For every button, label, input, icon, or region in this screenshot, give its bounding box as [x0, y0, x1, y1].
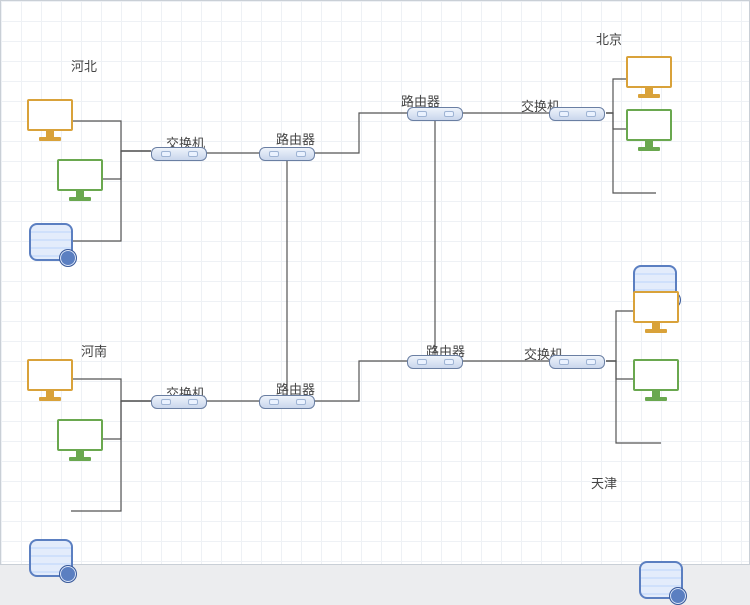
- label-router-ul: 路由器: [276, 129, 315, 148]
- diagram-canvas: 河北 河南 北京 天津 交换机 交换机 交换机 交换机 路由器 路由器 路由器 …: [0, 0, 750, 565]
- beijing-pc1[interactable]: [626, 56, 672, 98]
- edge: [315, 113, 407, 153]
- edge: [315, 361, 407, 401]
- edge: [606, 113, 626, 129]
- router-lr[interactable]: [407, 355, 463, 369]
- beijing-pc2[interactable]: [626, 109, 672, 151]
- site-label-hebei: 河北: [71, 56, 97, 75]
- switch-beijing[interactable]: [549, 107, 605, 121]
- edge: [606, 79, 626, 113]
- site-label-beijing: 北京: [596, 29, 622, 48]
- henan-pc1[interactable]: [27, 359, 73, 401]
- tianjin-pc1[interactable]: [633, 291, 679, 333]
- edge: [71, 121, 151, 151]
- site-label-tianjin: 天津: [591, 473, 617, 492]
- tianjin-server[interactable]: [639, 557, 683, 603]
- hebei-server[interactable]: [29, 219, 73, 265]
- henan-pc2[interactable]: [57, 419, 103, 461]
- hebei-pc2[interactable]: [57, 159, 103, 201]
- edge: [101, 401, 151, 439]
- hebei-pc1[interactable]: [27, 99, 73, 141]
- edge: [71, 379, 151, 401]
- router-ll[interactable]: [259, 395, 315, 409]
- henan-server[interactable]: [29, 535, 73, 581]
- tianjin-pc2[interactable]: [633, 359, 679, 401]
- switch-tianjin[interactable]: [549, 355, 605, 369]
- edge: [101, 151, 151, 179]
- site-label-henan: 河南: [81, 341, 107, 360]
- switch-hebei[interactable]: [151, 147, 207, 161]
- switch-henan[interactable]: [151, 395, 207, 409]
- router-ur[interactable]: [407, 107, 463, 121]
- router-ul[interactable]: [259, 147, 315, 161]
